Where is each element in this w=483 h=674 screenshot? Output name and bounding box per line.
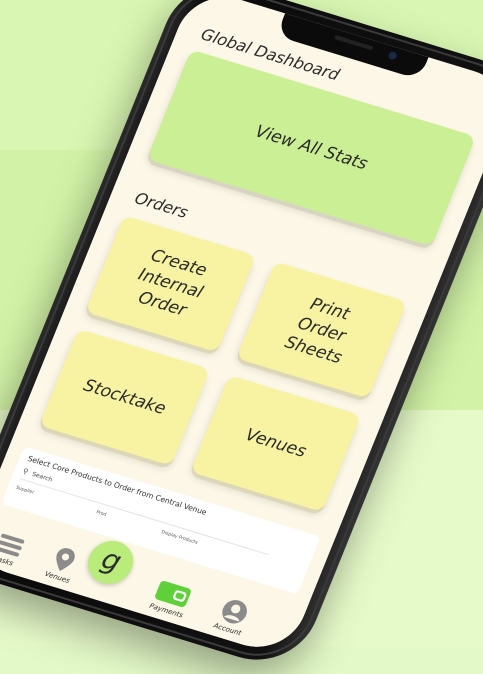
search-placeholder: Search <box>31 470 54 484</box>
venues-label: Venues <box>242 425 310 462</box>
stocktake-button[interactable]: Stocktake <box>39 328 211 466</box>
front-camera-icon <box>387 50 398 61</box>
create-internal-order-label: Create Internal Order <box>135 245 210 321</box>
view-all-stats-label: View All Stats <box>252 121 371 175</box>
menu-icon <box>0 533 25 557</box>
column-header-display-products: Display Products <box>160 530 199 546</box>
print-order-sheets-button[interactable]: Print Order Sheets <box>236 261 408 399</box>
column-header-supplier: Supplier <box>15 485 35 496</box>
create-internal-order-button[interactable]: Create Internal Order <box>84 215 257 353</box>
stocktake-label: Stocktake <box>80 375 169 419</box>
location-pin-icon <box>56 548 75 571</box>
search-icon: ⚲ <box>21 467 30 476</box>
column-header-prod: Prod <box>95 510 107 518</box>
venues-button[interactable]: Venues <box>190 374 362 513</box>
print-order-sheets-label: Print Order Sheets <box>281 294 353 369</box>
brand-logo-icon: g <box>96 542 127 579</box>
orders-section-title: Orders <box>132 188 191 222</box>
view-all-stats-button[interactable]: View All Stats <box>146 49 476 247</box>
